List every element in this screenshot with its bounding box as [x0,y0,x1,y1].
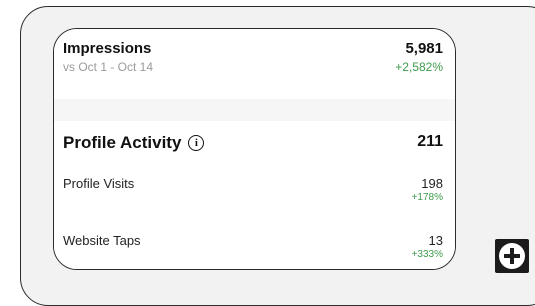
metric-value: 198 [421,176,443,191]
insights-card: Impressions 5,981 vs Oct 1 - Oct 14 +2,5… [53,28,456,270]
info-icon[interactable]: i [188,135,205,151]
plus-icon [499,243,525,269]
impressions-section: Impressions 5,981 vs Oct 1 - Oct 14 +2,5… [54,29,455,99]
impressions-row[interactable]: Impressions 5,981 vs Oct 1 - Oct 14 +2,5… [63,40,443,80]
profile-activity-title: Profile Activity [63,133,182,152]
metric-label: Website Taps [63,233,141,248]
profile-activity-title-wrap: Profile Activity i [63,133,205,153]
profile-activity-section: Profile Activity i 211 Profile Visits 19… [54,121,455,269]
add-button[interactable] [495,239,529,273]
metric-row-website-taps[interactable]: Website Taps 13 +333% [63,233,443,267]
metric-row-profile-visits[interactable]: Profile Visits 198 +178% [63,176,443,210]
metric-change: +178% [411,192,443,203]
impressions-title: Impressions [63,40,152,57]
metric-change: +333% [411,249,443,260]
impressions-change: +2,582% [395,60,443,74]
impressions-value: 5,981 [405,40,443,57]
profile-activity-header: Profile Activity i 211 [63,133,443,157]
impressions-comparison: vs Oct 1 - Oct 14 [63,60,154,74]
profile-activity-value: 211 [417,133,443,150]
metric-label: Profile Visits [63,176,135,191]
section-divider [54,99,455,121]
metric-value: 13 [428,233,443,248]
